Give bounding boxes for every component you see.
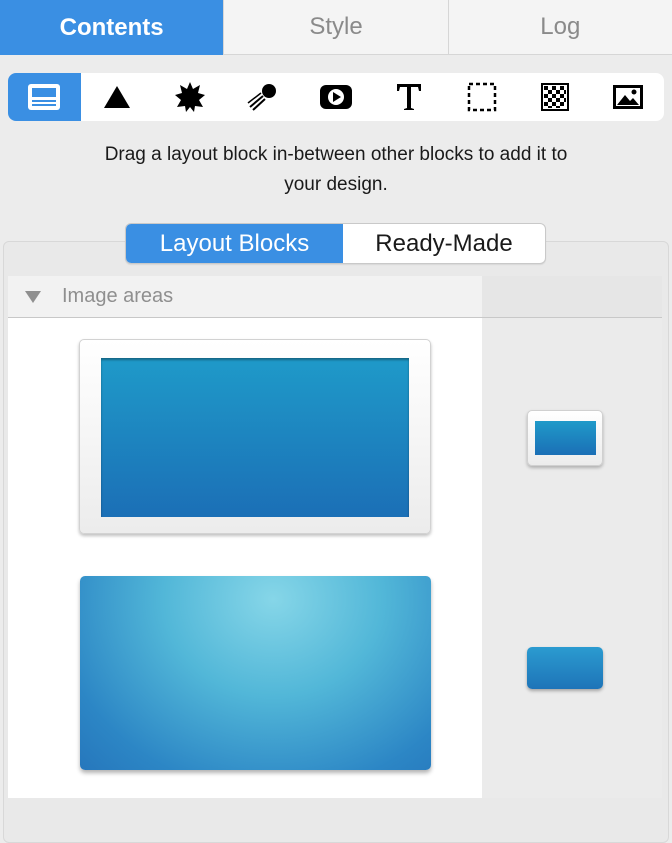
section-header-image-areas[interactable]: Image areas bbox=[8, 276, 482, 317]
layout-block-icon bbox=[28, 84, 61, 110]
triangle-shape-icon bbox=[104, 86, 131, 108]
text-icon bbox=[396, 84, 421, 110]
drag-hint-text: Drag a layout block in-between other blo… bbox=[0, 140, 672, 200]
preview-column-header bbox=[482, 276, 662, 317]
library-segmented-control: Layout Blocks Ready-Made bbox=[125, 223, 546, 264]
image-area-block-framed[interactable] bbox=[79, 339, 431, 534]
section-title: Image areas bbox=[62, 285, 174, 307]
tool-layout-blocks[interactable] bbox=[8, 73, 81, 121]
framed-block-thumbnail[interactable] bbox=[527, 410, 603, 466]
top-tab-bar: Contents Style Log bbox=[0, 0, 672, 55]
framed-image-placeholder bbox=[101, 358, 409, 517]
tab-log[interactable]: Log bbox=[447, 0, 672, 55]
selection-box-icon bbox=[467, 82, 497, 112]
disclosure-triangle-icon[interactable] bbox=[25, 290, 41, 303]
image-area-block-glow[interactable] bbox=[80, 576, 431, 770]
preview-column bbox=[482, 318, 662, 798]
image-icon bbox=[612, 85, 643, 109]
tool-text[interactable] bbox=[372, 73, 445, 121]
thumbnail-image-placeholder bbox=[535, 421, 596, 455]
glow-block-thumbnail[interactable] bbox=[527, 647, 603, 689]
starburst-icon bbox=[175, 82, 206, 112]
segment-ready-made[interactable]: Ready-Made bbox=[343, 224, 545, 263]
tool-starburst[interactable] bbox=[154, 73, 227, 121]
comet-effect-icon bbox=[247, 84, 277, 111]
tool-shapes[interactable] bbox=[81, 73, 154, 121]
tool-selection[interactable] bbox=[445, 73, 518, 121]
drag-hint-line-2: your design. bbox=[284, 174, 388, 195]
tab-style[interactable]: Style bbox=[223, 0, 448, 55]
tool-media[interactable] bbox=[300, 73, 373, 121]
tool-effects[interactable] bbox=[227, 73, 300, 121]
tab-contents[interactable]: Contents bbox=[0, 0, 224, 55]
block-type-toolbar bbox=[8, 73, 664, 121]
drag-hint-line-1: Drag a layout block in-between other blo… bbox=[104, 144, 568, 165]
checkerboard-pattern-icon bbox=[540, 83, 569, 111]
tool-image[interactable] bbox=[591, 73, 664, 121]
video-play-icon bbox=[320, 85, 352, 109]
segment-layout-blocks[interactable]: Layout Blocks bbox=[126, 224, 343, 263]
tool-pattern[interactable] bbox=[518, 73, 591, 121]
